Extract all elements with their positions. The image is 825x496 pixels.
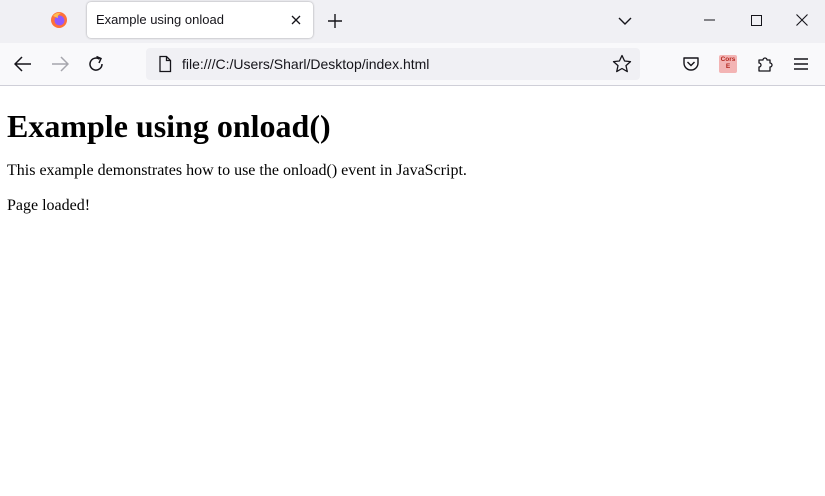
- tab-strip: Example using onload: [0, 0, 825, 43]
- page-description: This example demonstrates how to use the…: [7, 162, 467, 179]
- page-content: Example using onload() This example demo…: [7, 86, 818, 215]
- navigation-toolbar: file:///C:/Users/Sharl/Desktop/index.htm…: [0, 43, 825, 86]
- bookmark-star-icon[interactable]: [612, 54, 632, 74]
- url-text[interactable]: file:///C:/Users/Sharl/Desktop/index.htm…: [182, 56, 429, 72]
- minimize-window-icon[interactable]: [686, 0, 732, 40]
- pocket-icon[interactable]: [679, 52, 703, 76]
- firefox-logo-icon[interactable]: [50, 11, 68, 29]
- back-icon[interactable]: [11, 52, 35, 76]
- active-tab[interactable]: Example using onload: [87, 2, 313, 38]
- close-window-icon[interactable]: [779, 0, 825, 40]
- close-tab-icon[interactable]: [287, 11, 305, 29]
- extensions-puzzle-icon[interactable]: [753, 52, 777, 76]
- load-status-text: Page loaded!: [7, 197, 91, 214]
- reload-icon[interactable]: [84, 52, 108, 76]
- menu-hamburger-icon[interactable]: [789, 52, 813, 76]
- cors-extension-icon[interactable]: Cors E: [719, 55, 737, 73]
- forward-icon[interactable]: [48, 52, 72, 76]
- address-bar[interactable]: file:///C:/Users/Sharl/Desktop/index.htm…: [146, 48, 640, 80]
- page-icon: [156, 55, 174, 73]
- chevron-down-icon[interactable]: [614, 10, 636, 32]
- page-heading: Example using onload(): [7, 108, 331, 144]
- new-tab-icon[interactable]: [324, 10, 346, 32]
- tab-title: Example using onload: [96, 12, 224, 27]
- cors-badge-text: Cors E: [720, 56, 736, 70]
- maximize-window-icon[interactable]: [733, 0, 779, 40]
